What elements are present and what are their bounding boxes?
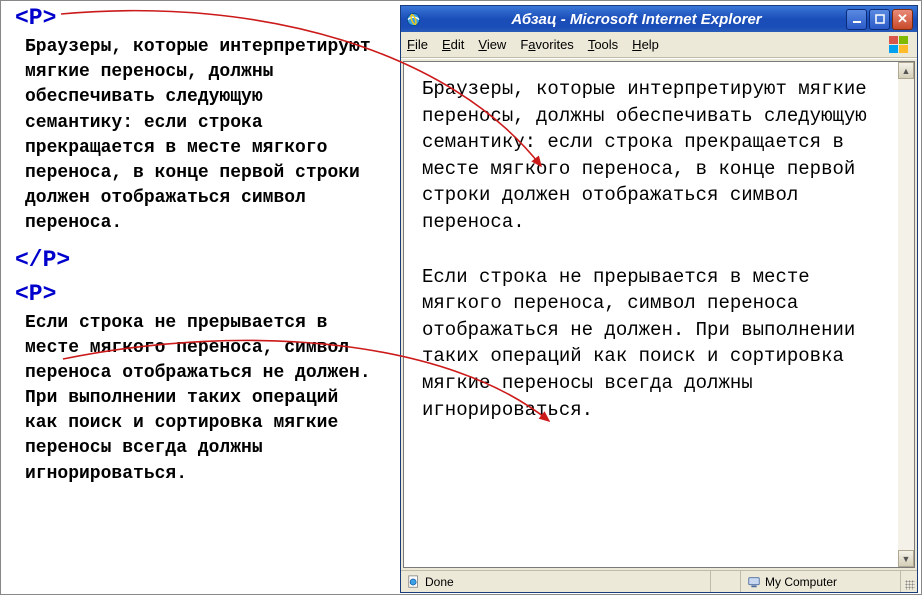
page-icon [407,575,421,589]
source-paragraph-1: Браузеры, которые интерпретируют мягкие … [15,35,375,237]
menubar: File Edit View Favorites Tools Help [401,32,917,58]
menu-file[interactable]: File [407,37,428,52]
status-mid [711,571,741,592]
source-code-panel: <P> Браузеры, которые интерпретируют мяг… [15,5,375,497]
status-zone: My Computer [741,571,901,592]
resize-grip[interactable] [901,571,917,592]
menu-edit[interactable]: Edit [442,37,464,52]
statusbar: Done My Computer [401,570,917,592]
status-zone-label: My Computer [765,575,837,589]
rendered-paragraph-1: Браузеры, которые интерпретируют мягкие … [422,76,880,236]
status-left: Done [401,571,711,592]
windows-logo-icon [885,34,911,56]
menu-tools[interactable]: Tools [588,37,618,52]
scroll-track[interactable] [898,79,914,550]
ie-icon [405,11,421,27]
status-done-label: Done [425,575,454,589]
close-tag-1: </P> [15,247,375,273]
vertical-scrollbar[interactable]: ▲ ▼ [898,61,915,568]
page-content: Браузеры, которые интерпретируют мягкие … [403,61,898,568]
titlebar[interactable]: Абзац - Microsoft Internet Explorer ✕ [401,6,917,32]
menu-favorites[interactable]: Favorites [520,37,573,52]
minimize-button[interactable] [846,9,867,30]
window-title: Абзац - Microsoft Internet Explorer [427,11,846,28]
browser-window: Абзац - Microsoft Internet Explorer ✕ Fi… [400,5,918,593]
scroll-up-button[interactable]: ▲ [898,62,914,79]
scroll-down-button[interactable]: ▼ [898,550,914,567]
menu-help[interactable]: Help [632,37,659,52]
maximize-button[interactable] [869,9,890,30]
close-button[interactable]: ✕ [892,9,913,30]
source-paragraph-2: Если строка не прерывается в месте мягко… [15,311,375,487]
content-wrapper: Браузеры, которые интерпретируют мягкие … [401,58,917,570]
menu-view[interactable]: View [478,37,506,52]
open-tag-2: <P> [15,281,375,307]
open-tag-1: <P> [15,5,375,31]
computer-icon [747,575,761,589]
rendered-paragraph-2: Если строка не прерывается в месте мягко… [422,264,880,424]
